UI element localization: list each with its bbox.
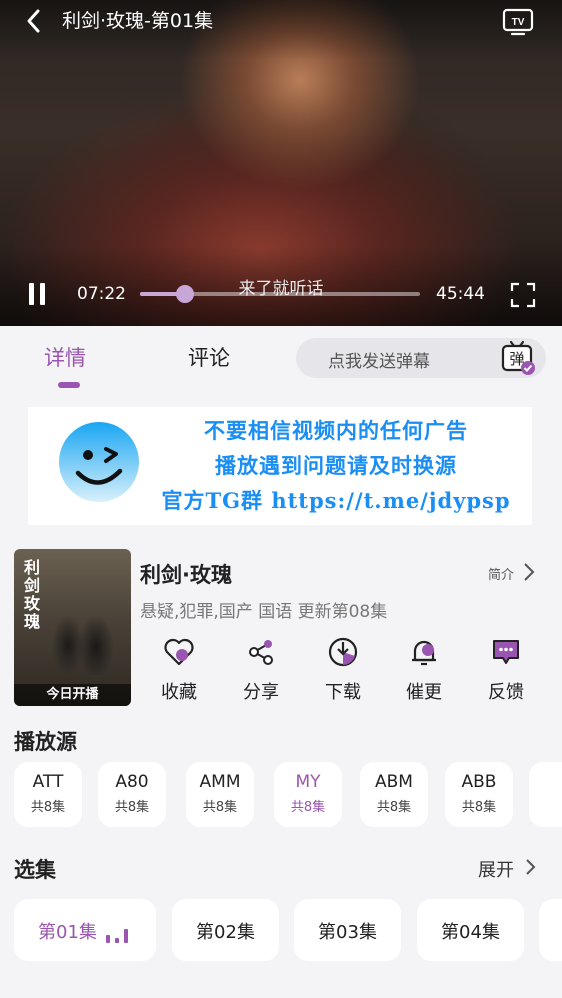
sources-title: 播放源 bbox=[14, 730, 77, 754]
source-count: 共8集 bbox=[290, 800, 326, 815]
episode-label: 第03集 bbox=[318, 922, 377, 943]
video-player[interactable]: 利剑·玫瑰-第01集 TV 来了就听话 07:22 45:44 bbox=[0, 0, 562, 326]
drama-meta: 悬疑,犯罪,国产 国语 更新第08集 bbox=[140, 602, 388, 622]
collect-button[interactable]: 收藏 bbox=[149, 636, 209, 704]
episode-2[interactable]: 第02集 bbox=[172, 899, 279, 961]
source-name: MY bbox=[295, 772, 321, 792]
episode-label: 第02集 bbox=[196, 922, 255, 943]
seek-bar[interactable] bbox=[140, 285, 420, 303]
source-att[interactable]: ATT 共8集 bbox=[14, 762, 82, 827]
expand-episodes-button[interactable]: 展开 bbox=[478, 856, 514, 882]
feedback-label: 反馈 bbox=[488, 682, 524, 703]
source-name: A80 bbox=[115, 772, 149, 792]
detail-tabs-bar: 详情 评论 点我发送弹幕 弹 bbox=[0, 326, 562, 396]
current-time: 07:22 bbox=[77, 284, 126, 304]
episodes-title: 选集 bbox=[14, 858, 56, 882]
source-amm[interactable]: AMM 共8集 bbox=[186, 762, 254, 827]
banner-line-2: 播放遇到问题请及时换源 bbox=[215, 453, 457, 478]
poster-figures bbox=[38, 615, 118, 675]
playing-equalizer-icon bbox=[106, 929, 128, 943]
source-my[interactable]: MY 共8集 bbox=[274, 762, 342, 827]
heart-icon bbox=[164, 638, 194, 666]
episode-4[interactable]: 第04集 bbox=[417, 899, 524, 961]
bell-icon bbox=[412, 640, 436, 666]
drama-poster[interactable]: 利剑玫瑰 今日开播 bbox=[14, 549, 131, 706]
source-count: 共8集 bbox=[202, 800, 238, 815]
chevron-right-icon[interactable] bbox=[522, 562, 536, 582]
urge-update-button[interactable]: 催更 bbox=[394, 636, 454, 704]
svg-text:TV: TV bbox=[512, 17, 525, 28]
share-label: 分享 bbox=[243, 682, 279, 703]
fullscreen-icon[interactable] bbox=[510, 282, 536, 308]
drama-title: 利剑·玫瑰 bbox=[140, 563, 232, 587]
source-count: 共8集 bbox=[30, 800, 66, 815]
source-name: AMM bbox=[199, 772, 241, 792]
tab-indicator bbox=[58, 382, 80, 388]
feedback-button[interactable]: 反馈 bbox=[476, 636, 536, 704]
pause-icon[interactable] bbox=[26, 282, 50, 306]
danmu-placeholder: 点我发送弹幕 bbox=[328, 352, 430, 372]
poster-caption: 今日开播 bbox=[14, 684, 131, 706]
banner-line-1: 不要相信视频内的任何广告 bbox=[204, 418, 468, 443]
source-name: ATT bbox=[32, 772, 64, 792]
back-icon[interactable] bbox=[22, 8, 48, 34]
danmu-toggle-icon[interactable]: 弹 bbox=[500, 340, 536, 376]
source-a80[interactable]: A80 共8集 bbox=[98, 762, 166, 827]
tab-comment[interactable]: 评论 bbox=[188, 342, 230, 372]
video-title: 利剑·玫瑰-第01集 bbox=[62, 10, 214, 32]
danmu-input[interactable]: 点我发送弹幕 弹 bbox=[296, 338, 546, 378]
source-abb[interactable]: ABB 共8集 bbox=[445, 762, 513, 827]
notice-banner[interactable]: 不要相信视频内的任何广告 播放遇到问题请及时换源 官方TG群 https://t… bbox=[28, 407, 532, 525]
tv-cast-icon[interactable]: TV bbox=[502, 8, 534, 36]
total-time: 45:44 bbox=[436, 284, 485, 304]
seek-knob[interactable] bbox=[175, 285, 194, 303]
intro-link[interactable]: 简介 bbox=[488, 564, 514, 583]
download-icon bbox=[328, 637, 358, 667]
episode-label: 第04集 bbox=[441, 922, 500, 943]
tab-detail[interactable]: 详情 bbox=[44, 342, 86, 372]
collect-label: 收藏 bbox=[161, 682, 197, 703]
episode-more-partial[interactable] bbox=[539, 899, 562, 961]
feedback-icon bbox=[493, 640, 519, 664]
episode-1[interactable]: 第01集 bbox=[14, 899, 156, 961]
episode-3[interactable]: 第03集 bbox=[294, 899, 401, 961]
banner-line-3: 官方TG群 https://t.me/jdypsp bbox=[161, 488, 511, 513]
episode-label: 第01集 bbox=[38, 922, 97, 943]
app-logo bbox=[59, 422, 139, 502]
chevron-right-icon[interactable] bbox=[524, 857, 538, 877]
source-abm[interactable]: ABM 共8集 bbox=[360, 762, 428, 827]
source-more-partial[interactable] bbox=[529, 762, 562, 827]
source-count: 共8集 bbox=[461, 800, 497, 815]
drama-info: 利剑玫瑰 今日开播 利剑·玫瑰 简介 悬疑,犯罪,国产 国语 更新第08集 收藏… bbox=[0, 540, 562, 720]
source-count: 共8集 bbox=[376, 800, 412, 815]
source-name: ABM bbox=[375, 772, 413, 792]
source-name: ABB bbox=[461, 772, 497, 792]
source-count: 共8集 bbox=[114, 800, 150, 815]
download-label: 下载 bbox=[325, 682, 361, 703]
share-icon bbox=[249, 640, 273, 665]
urge-label: 催更 bbox=[406, 682, 442, 703]
download-button[interactable]: 下载 bbox=[313, 636, 373, 704]
share-button[interactable]: 分享 bbox=[231, 636, 291, 704]
